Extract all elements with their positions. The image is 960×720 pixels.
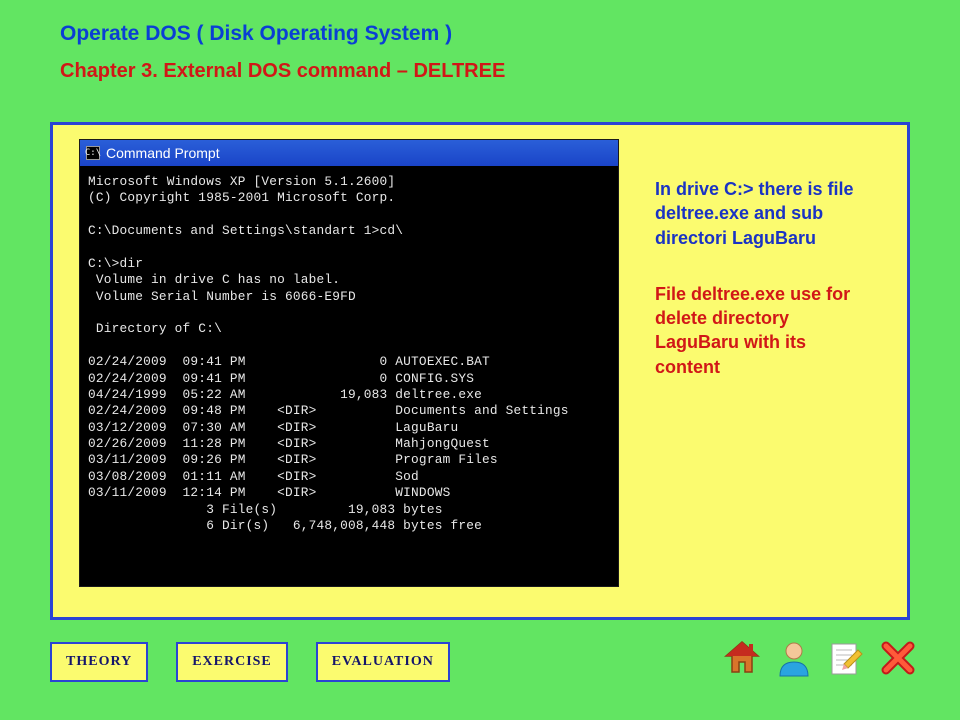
theory-button[interactable]: Theory (50, 642, 148, 682)
side-paragraph-2: File deltree.exe use for delete director… (655, 282, 875, 379)
user-icon[interactable] (774, 638, 814, 678)
command-prompt-body: Microsoft Windows XP [Version 5.1.2600] … (80, 166, 618, 586)
note-icon[interactable] (826, 638, 866, 678)
page-subtitle: Chapter 3. External DOS command – DELTRE… (0, 46, 960, 83)
command-prompt-title: Command Prompt (106, 145, 220, 161)
side-paragraph-1: In drive C:> there is file deltree.exe a… (655, 177, 875, 250)
nav-button-row: Theory Exercise Evaluation (50, 642, 450, 682)
page-title: Operate DOS ( Disk Operating System ) (0, 0, 960, 46)
lesson-panel: C:\ Command Prompt Microsoft Windows XP … (50, 122, 910, 620)
evaluation-button[interactable]: Evaluation (316, 642, 450, 682)
footer-icon-row (722, 638, 918, 678)
command-prompt-window: C:\ Command Prompt Microsoft Windows XP … (79, 139, 619, 587)
close-icon[interactable] (878, 638, 918, 678)
lesson-side-text: In drive C:> there is file deltree.exe a… (655, 177, 875, 379)
command-prompt-titlebar: C:\ Command Prompt (80, 140, 618, 166)
exercise-button[interactable]: Exercise (176, 642, 288, 682)
home-icon[interactable] (722, 638, 762, 678)
command-prompt-icon: C:\ (86, 146, 100, 160)
